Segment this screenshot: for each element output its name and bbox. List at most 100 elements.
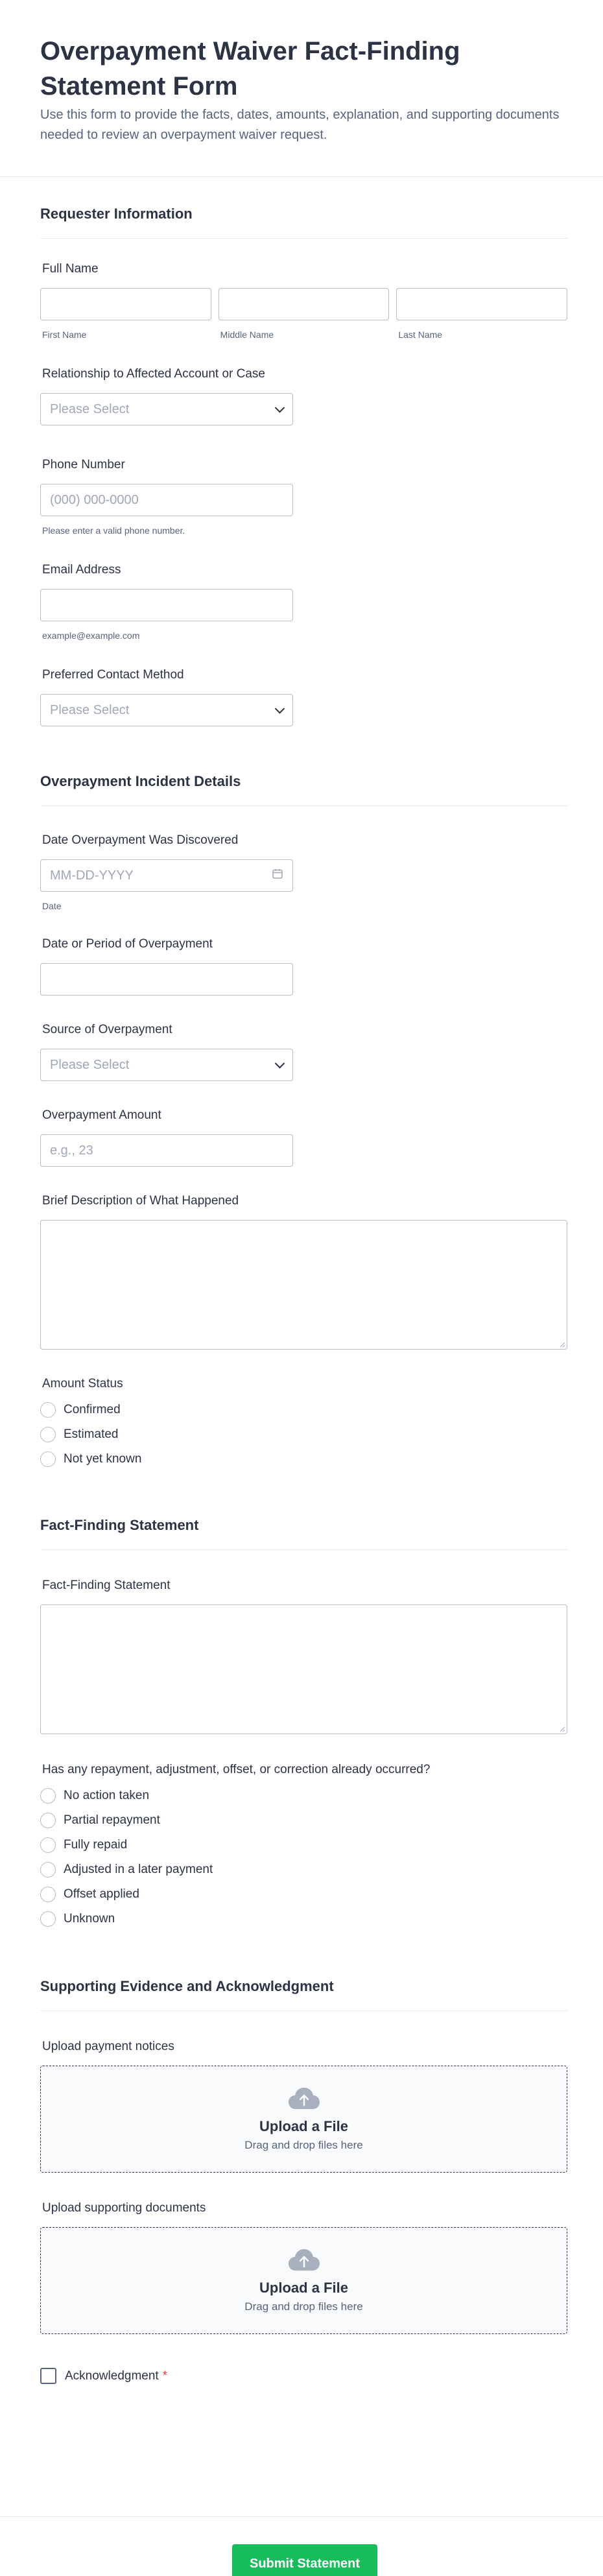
- form-page: Overpayment Waiver Fact-Finding Statemen…: [0, 0, 603, 2576]
- contact-method-field: Preferred Contact Method Please Select: [40, 668, 569, 726]
- chevron-down-icon: [274, 704, 285, 714]
- required-asterisk: *: [162, 2368, 168, 2383]
- radio-button[interactable]: [40, 1862, 56, 1878]
- middle-name-sublabel: Middle Name: [220, 329, 274, 340]
- last-name-input[interactable]: [396, 288, 568, 320]
- radio-button[interactable]: [40, 1837, 56, 1853]
- form-subtitle: Use this form to provide the facts, date…: [40, 108, 560, 142]
- source-select[interactable]: Please Select: [40, 1049, 293, 1081]
- radio-label: Not yet known: [64, 1452, 142, 1466]
- upload-hint: Drag and drop files here: [244, 2138, 363, 2151]
- radio-button[interactable]: [40, 1427, 56, 1442]
- statement-textarea[interactable]: [40, 1604, 567, 1734]
- submit-button[interactable]: Submit Statement: [232, 2544, 377, 2576]
- section-title-evidence: Supporting Evidence and Acknowledgment: [40, 1978, 568, 2011]
- section-evidence: Supporting Evidence and Acknowledgment U…: [0, 1931, 603, 2384]
- email-input[interactable]: [40, 589, 293, 621]
- radio-button[interactable]: [40, 1887, 56, 1902]
- section-incident: Overpayment Incident Details Date Overpa…: [0, 726, 603, 1472]
- statement-label: Fact-Finding Statement: [42, 1579, 171, 1592]
- radio-option-no-action[interactable]: No action taken: [40, 1783, 569, 1808]
- form-header: Overpayment Waiver Fact-Finding Statemen…: [0, 0, 603, 177]
- phone-input[interactable]: (000) 000-0000: [40, 484, 293, 516]
- date-discovered-placeholder: MM-DD-YYYY: [50, 868, 134, 883]
- full-name-label: Full Name: [42, 262, 99, 276]
- relationship-placeholder: Please Select: [50, 401, 130, 416]
- radio-option-partial-repayment[interactable]: Partial repayment: [40, 1808, 569, 1833]
- payment-notices-field: Upload payment notices Upload a File Dra…: [40, 2040, 569, 2173]
- cloud-upload-icon: [288, 2248, 320, 2271]
- cloud-upload-icon: [288, 2087, 320, 2109]
- radio-label: Partial repayment: [64, 1813, 160, 1827]
- middle-name-col: Middle Name: [218, 288, 390, 340]
- form-title: Overpayment Waiver Fact-Finding Statemen…: [40, 37, 460, 101]
- email-hint: example@example.com: [42, 630, 140, 641]
- radio-button[interactable]: [40, 1788, 56, 1804]
- contact-method-placeholder: Please Select: [50, 702, 130, 717]
- amount-field: Overpayment Amount e.g., 23: [40, 1108, 569, 1167]
- radio-option-fully-repaid[interactable]: Fully repaid: [40, 1833, 569, 1857]
- upload-hint: Drag and drop files here: [244, 2300, 363, 2313]
- date-discovered-input[interactable]: MM-DD-YYYY: [40, 859, 293, 892]
- radio-option-confirmed[interactable]: Confirmed: [40, 1398, 569, 1422]
- repayment-options: No action taken Partial repayment Fully …: [40, 1783, 569, 1931]
- radio-label: Adjusted in a later payment: [64, 1863, 213, 1876]
- acknowledgment-field[interactable]: Acknowledgment *: [40, 2368, 569, 2384]
- acknowledgment-checkbox[interactable]: [40, 2368, 56, 2384]
- statement-field: Fact-Finding Statement: [40, 1579, 569, 1734]
- section-requester: Requester Information Full Name First Na…: [0, 177, 603, 726]
- section-title-incident: Overpayment Incident Details: [40, 773, 568, 806]
- amount-status-label: Amount Status: [42, 1377, 123, 1390]
- radio-option-estimated[interactable]: Estimated: [40, 1422, 569, 1447]
- last-name-sublabel: Last Name: [398, 329, 443, 340]
- radio-option-unknown[interactable]: Unknown: [40, 1907, 569, 1931]
- calendar-icon[interactable]: [272, 868, 283, 883]
- date-period-input[interactable]: [40, 963, 293, 996]
- date-discovered-label: Date Overpayment Was Discovered: [42, 833, 239, 847]
- radio-label: Fully repaid: [64, 1838, 128, 1852]
- supporting-docs-field: Upload supporting documents Upload a Fil…: [40, 2201, 569, 2334]
- amount-input[interactable]: e.g., 23: [40, 1134, 293, 1167]
- radio-label: Estimated: [64, 1427, 119, 1441]
- last-name-col: Last Name: [396, 288, 568, 340]
- radio-button[interactable]: [40, 1402, 56, 1418]
- resize-grip-icon[interactable]: [559, 1726, 565, 1732]
- radio-button[interactable]: [40, 1813, 56, 1828]
- first-name-input[interactable]: [40, 288, 211, 320]
- description-textarea[interactable]: [40, 1220, 567, 1350]
- phone-field: Phone Number (000) 000-0000 Please enter…: [40, 458, 569, 536]
- date-period-field: Date or Period of Overpayment: [40, 937, 569, 996]
- radio-option-adjusted[interactable]: Adjusted in a later payment: [40, 1857, 569, 1882]
- middle-name-input[interactable]: [218, 288, 390, 320]
- form-footer: Submit Statement: [0, 2516, 603, 2576]
- contact-method-select[interactable]: Please Select: [40, 694, 293, 726]
- date-period-label: Date or Period of Overpayment: [42, 937, 213, 951]
- radio-option-not-yet-known[interactable]: Not yet known: [40, 1447, 569, 1472]
- radio-label: No action taken: [64, 1789, 150, 1802]
- contact-method-label: Preferred Contact Method: [42, 668, 184, 682]
- repayment-label: Has any repayment, adjustment, offset, o…: [42, 1763, 431, 1776]
- acknowledgment-label: Acknowledgment: [65, 2368, 159, 2383]
- payment-notices-dropzone[interactable]: Upload a File Drag and drop files here: [40, 2066, 567, 2173]
- radio-option-offset[interactable]: Offset applied: [40, 1882, 569, 1907]
- relationship-field: Relationship to Affected Account or Case…: [40, 367, 569, 425]
- upload-file-button[interactable]: Upload a File: [259, 2280, 348, 2296]
- email-label: Email Address: [42, 563, 121, 577]
- payment-notices-label: Upload payment notices: [42, 2040, 174, 2053]
- supporting-docs-dropzone[interactable]: Upload a File Drag and drop files here: [40, 2227, 567, 2334]
- radio-button[interactable]: [40, 1451, 56, 1467]
- phone-label: Phone Number: [42, 458, 125, 471]
- full-name-field: Full Name First Name Middle Name Last Na…: [40, 262, 569, 340]
- upload-file-button[interactable]: Upload a File: [259, 2118, 348, 2135]
- amount-label: Overpayment Amount: [42, 1108, 161, 1122]
- radio-button[interactable]: [40, 1911, 56, 1927]
- description-label: Brief Description of What Happened: [42, 1194, 239, 1208]
- radio-label: Offset applied: [64, 1887, 139, 1901]
- section-title-statement: Fact-Finding Statement: [40, 1517, 568, 1550]
- chevron-down-icon: [274, 403, 285, 413]
- phone-hint: Please enter a valid phone number.: [42, 525, 185, 536]
- resize-grip-icon[interactable]: [559, 1341, 565, 1348]
- relationship-select[interactable]: Please Select: [40, 393, 293, 425]
- section-statement: Fact-Finding Statement Fact-Finding Stat…: [0, 1472, 603, 1931]
- radio-label: Unknown: [64, 1912, 115, 1926]
